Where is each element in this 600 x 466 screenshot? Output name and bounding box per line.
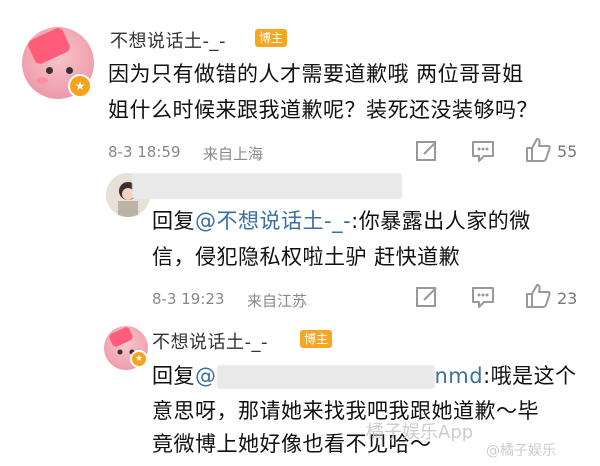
like-count: 55 (557, 142, 578, 161)
reply2-prefix: 回复 (152, 364, 195, 388)
reply1-mention[interactable]: @不想说话土-_- (195, 209, 351, 233)
reply2-mention-start[interactable]: @ (195, 364, 217, 388)
thumbs-up-icon[interactable] (524, 282, 552, 310)
reply1-prefix: 回复 (152, 209, 195, 233)
comment-text-line1: 因为只有做错的人才需要道歉哦 两位哥哥姐 (108, 62, 524, 86)
edit-icon[interactable] (414, 284, 440, 310)
reply1-location: 来自江苏 (247, 292, 308, 310)
verified-badge-icon: ★ (130, 350, 148, 368)
reply1-text-line2: 信，侵犯隐私权啦土驴 赶快道歉 (152, 245, 461, 269)
reply2-text-line2: 意思呀，那请她来找我吧我跟她道歉～毕 (152, 399, 539, 423)
watermark-left: 橘子娱乐App (366, 422, 474, 443)
avatar-ribbon (26, 27, 72, 66)
author-tag: 博主 (255, 29, 288, 47)
reply1-text-line1: 回复@不想说话土-_-:你暴露出人家的微 (152, 205, 531, 237)
reply1-text: :你暴露出人家的微 (351, 209, 531, 233)
verified-badge-icon: ★ (68, 74, 92, 98)
reply2-text-line1: 回复@ nmd:哦是这个 (152, 360, 577, 392)
reply2-author-tag: 博主 (300, 330, 333, 348)
comment-icon[interactable] (470, 284, 496, 310)
avatar-eye-left (46, 67, 53, 74)
comment-time: 8-3 18:59 (108, 143, 181, 161)
reply2-mention-end[interactable]: nmd (435, 364, 484, 388)
comment-text-line2: 姐什么时候来跟我道歉呢？装死还没装够吗？ (108, 98, 538, 122)
watermark-right: @橘子娱乐 (486, 443, 556, 459)
avatar-cheek-left (36, 77, 48, 84)
reply1-time: 8-3 19:23 (152, 290, 225, 308)
reply2-username[interactable]: 不想说话土-_- (152, 328, 268, 354)
avatar-eye-right (66, 67, 73, 74)
blurred-username (132, 173, 402, 199)
reply2-text: :哦是这个 (483, 364, 577, 388)
commenter-name[interactable]: 不想说话土-_- (110, 27, 226, 53)
reply1-like-count: 23 (557, 289, 578, 308)
blurred-mention (216, 365, 435, 389)
